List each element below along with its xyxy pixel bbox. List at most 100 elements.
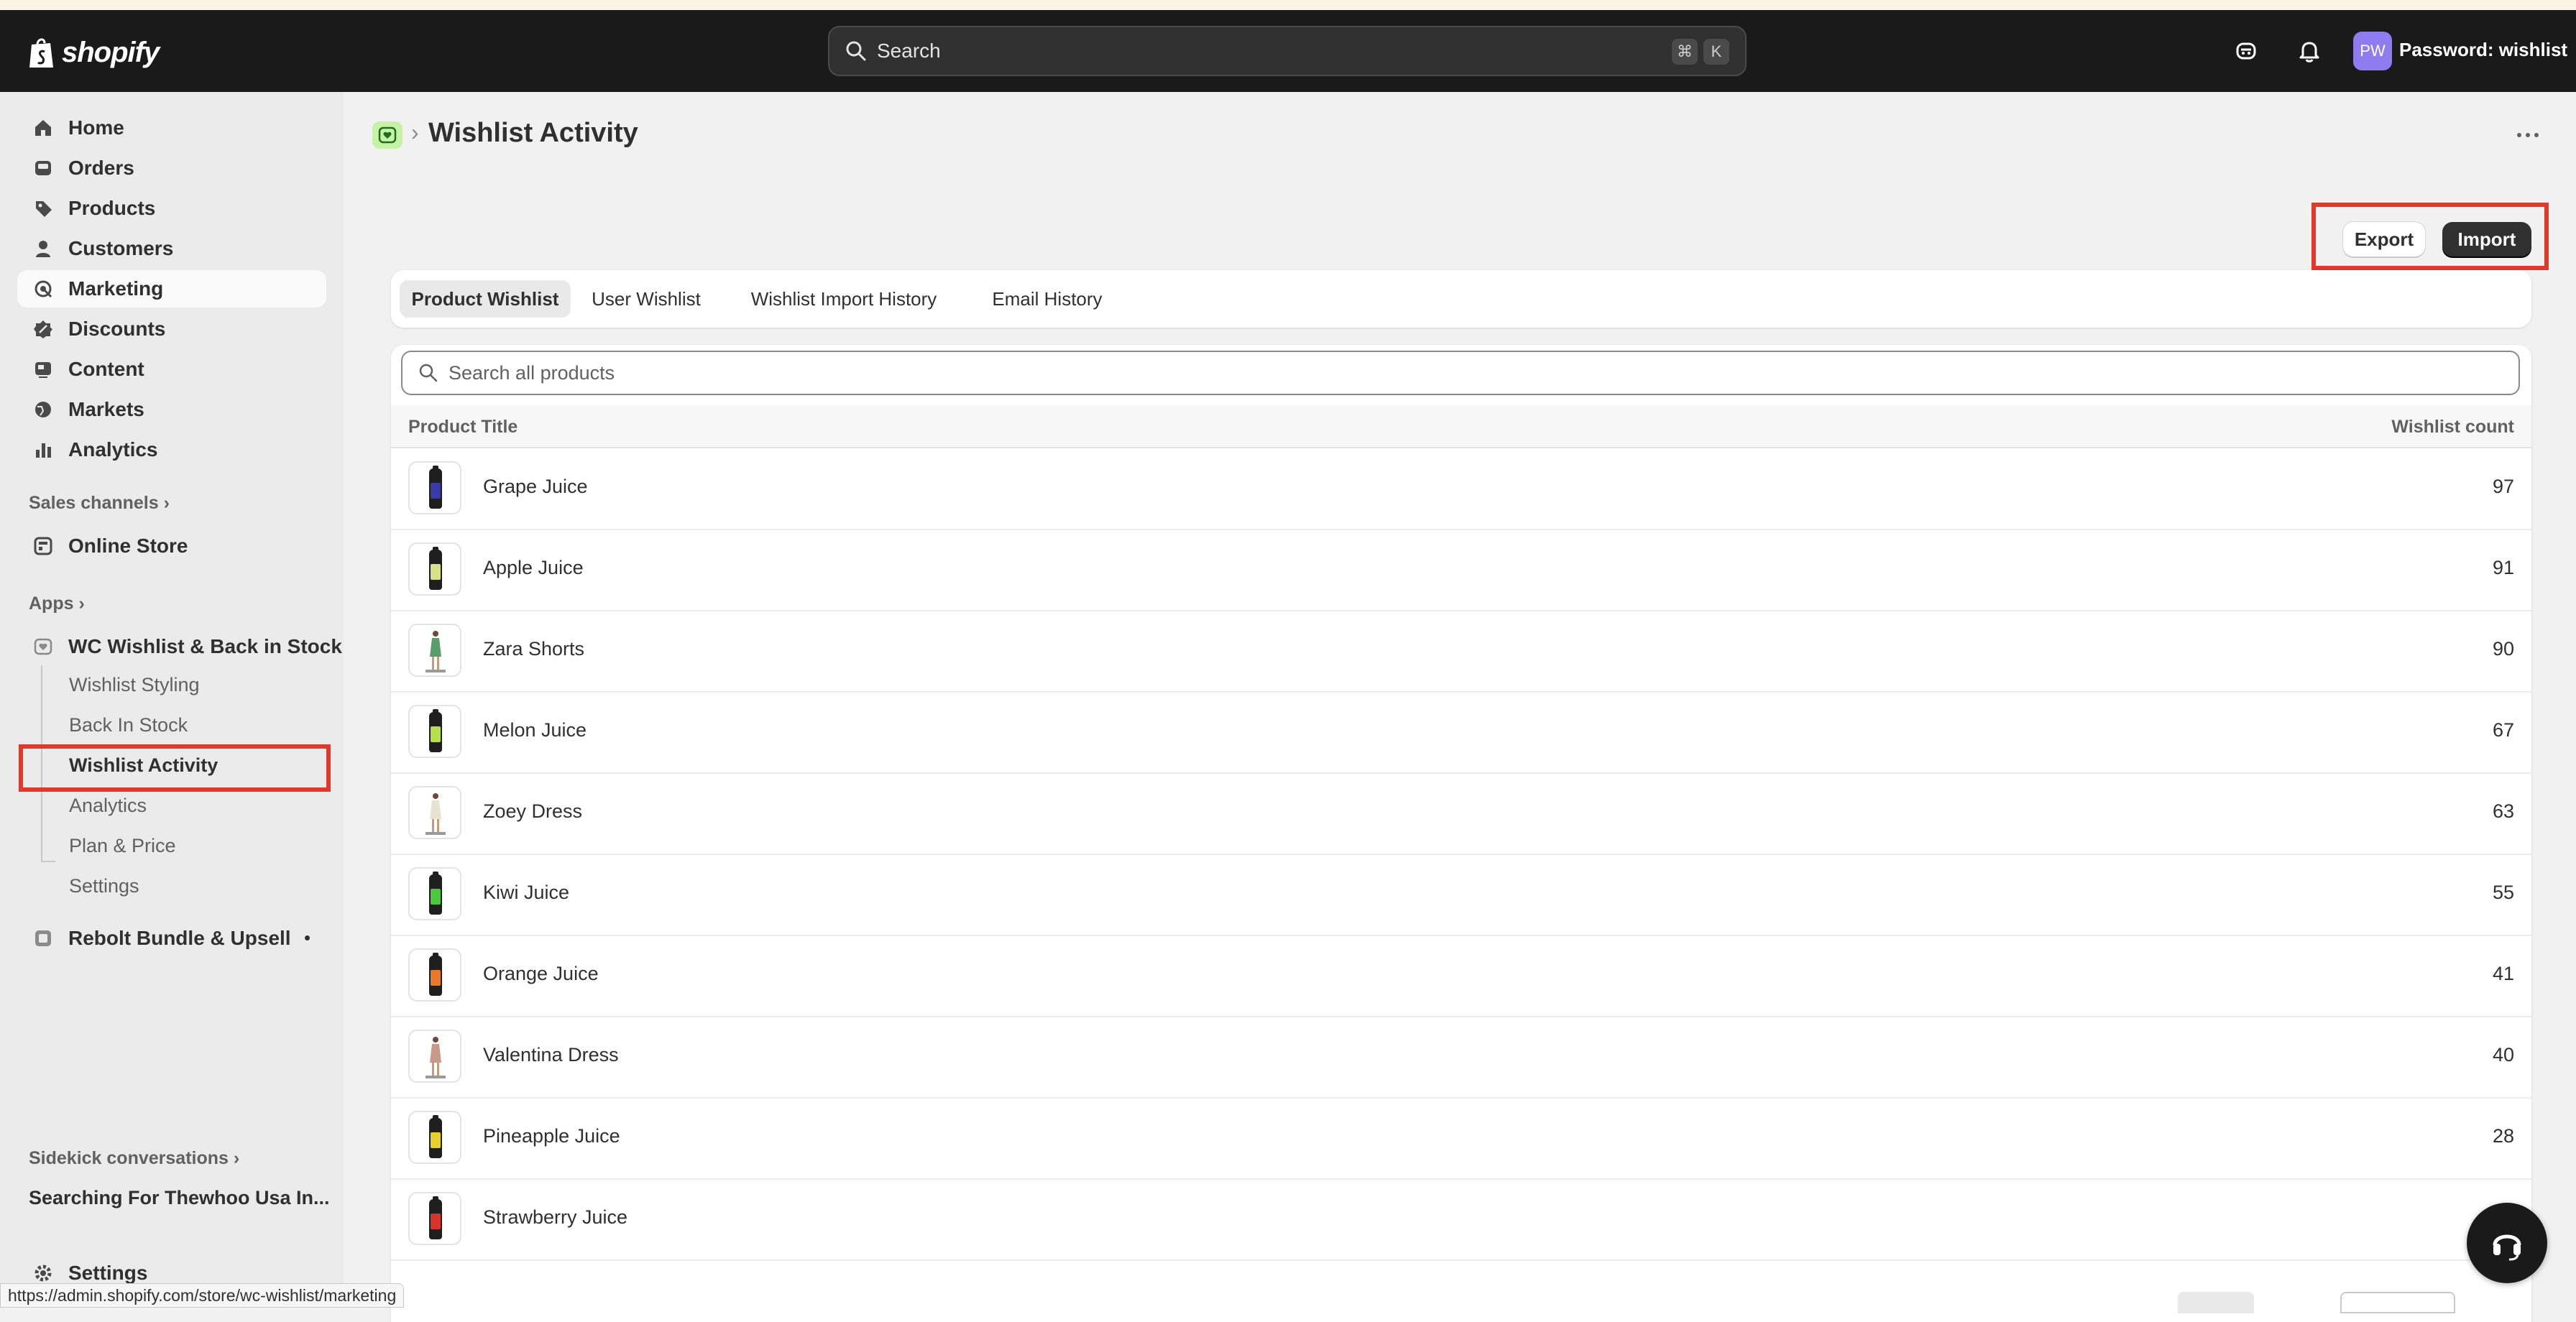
product-title[interactable]: Apple Juice <box>483 557 584 579</box>
page-title: Wishlist Activity <box>428 118 638 148</box>
avatar[interactable]: PW <box>2353 32 2392 70</box>
sidebar-item-marketing[interactable]: Marketing <box>17 270 326 308</box>
wishlist-app-icon <box>378 126 397 144</box>
product-title[interactable]: Valentina Dress <box>483 1044 619 1066</box>
tab-user-wishlist[interactable]: User Wishlist <box>581 280 712 318</box>
sidebar-item-orders[interactable]: Orders <box>17 149 326 187</box>
sidebar-item-discounts[interactable]: Discounts <box>17 310 326 348</box>
sidebar-item-label: Customers <box>68 237 174 259</box>
product-title[interactable]: Strawberry Juice <box>483 1206 627 1229</box>
wishlist-count: 67 <box>2492 719 2514 741</box>
sidebar-item-analytics[interactable]: Analytics <box>17 431 326 468</box>
chevron-right-icon: › <box>233 1148 240 1168</box>
sidekick-conversations-heading[interactable]: Sidekick conversations › <box>29 1148 239 1169</box>
table-row[interactable]: Melon Juice 67 <box>391 692 2531 774</box>
sidekick-button[interactable] <box>2230 34 2263 68</box>
search-icon <box>419 364 438 382</box>
wishlist-count: 97 <box>2492 476 2514 497</box>
sidebar-item-markets[interactable]: Markets <box>17 391 326 428</box>
sidebar-subitem-plan-price[interactable]: Plan & Price <box>69 835 176 857</box>
tab-wishlist-import-history[interactable]: Wishlist Import History <box>722 280 966 318</box>
apps-heading[interactable]: Apps › <box>29 593 85 614</box>
product-search-input[interactable]: Search all products <box>401 351 2520 395</box>
table-row[interactable]: Orange Juice 41 <box>391 935 2531 1017</box>
column-header-product-title[interactable]: Product Title <box>408 417 518 438</box>
browser-status-url: https://admin.shopify.com/store/wc-wishl… <box>0 1283 405 1308</box>
sales-channels-heading[interactable]: Sales channels › <box>29 493 170 514</box>
sidebar-item-label: Products <box>68 197 156 219</box>
sidebar-item-label: Orders <box>68 157 134 179</box>
table-row[interactable]: Grape Juice 97 <box>391 448 2531 530</box>
tab-product-wishlist[interactable]: Product Wishlist <box>400 280 571 318</box>
product-title[interactable]: Melon Juice <box>483 719 586 741</box>
brand-name: shopify <box>62 36 160 68</box>
app-breadcrumb-icon[interactable] <box>372 121 402 149</box>
sidekick-icon <box>2236 42 2256 60</box>
wishlist-count: 28 <box>2492 1125 2514 1147</box>
sidebar-item-rebolt-app[interactable]: Rebolt Bundle & Upsell <box>17 920 326 957</box>
table-row[interactable]: Kiwi Juice 55 <box>391 854 2531 936</box>
table-row[interactable]: Valentina Dress 40 <box>391 1017 2531 1099</box>
sidebar-item-content[interactable]: Content <box>17 351 326 388</box>
gear-icon <box>32 1262 55 1285</box>
table-row[interactable]: Strawberry Juice <box>391 1179 2531 1261</box>
import-button[interactable]: Import <box>2442 222 2531 256</box>
sidebar-item-label: Settings <box>68 1262 148 1284</box>
product-thumbnail <box>408 624 461 677</box>
product-thumbnail <box>408 867 461 920</box>
shopify-logo[interactable]: shopify <box>27 36 160 69</box>
target-icon <box>32 277 55 300</box>
column-header-wishlist-count[interactable]: Wishlist count <box>2391 417 2514 438</box>
home-icon <box>32 116 55 139</box>
product-thumbnail <box>408 1030 461 1083</box>
sidebar-item-products[interactable]: Products <box>17 190 326 227</box>
table-row[interactable]: Zara Shorts 90 <box>391 611 2531 693</box>
sidebar-item-label: Markets <box>68 398 144 420</box>
sidebar-subitem-analytics[interactable]: Analytics <box>69 795 147 817</box>
sidebar: Home Orders Products Customers Marketing… <box>0 92 344 1306</box>
sidebar-subitem-back-in-stock[interactable]: Back In Stock <box>69 714 188 736</box>
unread-dot <box>305 935 310 940</box>
notifications-button[interactable] <box>2293 34 2326 68</box>
more-actions-button[interactable] <box>2511 121 2544 149</box>
global-search-input[interactable]: Search ⌘ K <box>828 26 1747 76</box>
product-title[interactable]: Kiwi Juice <box>483 882 569 904</box>
tab-email-history[interactable]: Email History <box>976 280 1118 318</box>
product-title[interactable]: Pineapple Juice <box>483 1125 620 1147</box>
sidebar-item-label: Content <box>68 358 144 380</box>
sidebar-item-home[interactable]: Home <box>17 109 326 147</box>
annotation-highlight-sidebar <box>19 744 331 792</box>
search-placeholder: Search <box>877 40 941 62</box>
product-thumbnail <box>408 786 461 839</box>
search-placeholder: Search all products <box>448 361 615 384</box>
product-title[interactable]: Grape Juice <box>483 476 588 498</box>
product-title[interactable]: Orange Juice <box>483 963 599 985</box>
sidebar-item-online-store[interactable]: Online Store <box>17 527 326 565</box>
breadcrumb-chevron-icon: › <box>411 119 419 145</box>
table-row[interactable]: Apple Juice 91 <box>391 530 2531 611</box>
product-title[interactable]: Zoey Dress <box>483 800 582 823</box>
support-chat-button[interactable] <box>2467 1203 2547 1283</box>
sidebar-item-label: Analytics <box>68 438 158 461</box>
globe-icon <box>32 398 55 421</box>
sidebar-item-label: Discounts <box>68 318 166 340</box>
bar-chart-icon <box>32 438 55 461</box>
product-title[interactable]: Zara Shorts <box>483 638 584 660</box>
wishlist-count: 63 <box>2492 800 2514 822</box>
sidebar-subitem-wishlist-styling[interactable]: Wishlist Styling <box>69 674 200 696</box>
rows-per-page-select[interactable] <box>2340 1292 2455 1313</box>
pagination-controls[interactable] <box>2178 1292 2254 1313</box>
export-button[interactable]: Export <box>2343 222 2425 256</box>
table-row[interactable]: Zoey Dress 63 <box>391 773 2531 855</box>
sidebar-item-label: Rebolt Bundle & Upsell <box>68 927 291 949</box>
sidebar-item-label: WC Wishlist & Back in Stock <box>68 635 342 657</box>
store-name[interactable]: Password: wishlist <box>2399 39 2567 61</box>
sidebar-item-wc-wishlist-app[interactable]: WC Wishlist & Back in Stock <box>17 628 342 665</box>
chevron-right-icon: › <box>163 493 170 513</box>
sidebar-item-label: Home <box>68 116 124 139</box>
wishlist-count: 40 <box>2492 1044 2514 1066</box>
sidekick-conversation-item[interactable]: Searching For Thewhoo Usa In... <box>29 1187 330 1209</box>
sidebar-subitem-settings[interactable]: Settings <box>69 875 139 897</box>
table-row[interactable]: Pineapple Juice 28 <box>391 1098 2531 1180</box>
sidebar-item-customers[interactable]: Customers <box>17 230 326 267</box>
